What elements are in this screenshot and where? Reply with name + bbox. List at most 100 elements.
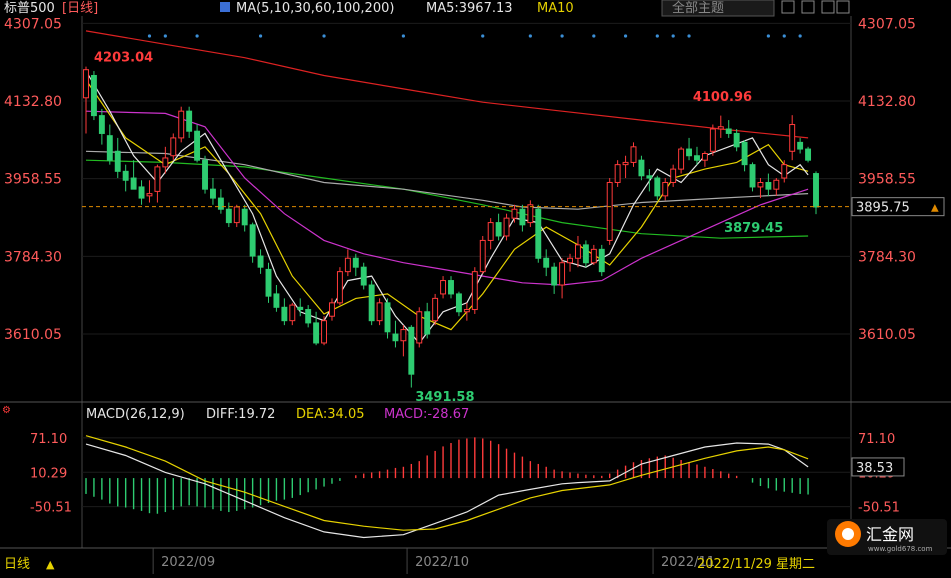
candle-body <box>209 188 216 199</box>
candle-body <box>559 262 566 286</box>
candle-body <box>646 175 653 179</box>
candle-body <box>344 257 351 273</box>
candle-body <box>725 128 732 134</box>
candle-body <box>352 257 359 268</box>
macd-marker-icon: ⚙ <box>2 405 11 416</box>
candle-body <box>408 326 415 375</box>
signal-dot <box>592 34 596 38</box>
candle-body <box>186 110 193 132</box>
candle-body <box>448 280 454 295</box>
candle-body <box>130 177 137 190</box>
candle-body <box>329 302 335 317</box>
candle-body <box>114 150 121 172</box>
candle-body <box>463 309 470 313</box>
period-label[interactable]: [日线] <box>62 1 98 16</box>
candle-body <box>138 186 145 199</box>
candle-body <box>233 206 240 224</box>
signal-dot <box>623 34 628 38</box>
caret-up-icon[interactable]: ▲ <box>46 558 55 571</box>
candle-body <box>638 159 645 177</box>
candle-body <box>654 177 661 197</box>
candle-body <box>567 257 573 264</box>
candle-body <box>305 309 312 324</box>
candle-body <box>590 248 597 264</box>
candle-body <box>455 293 462 313</box>
candle-body <box>98 115 105 134</box>
candle-body <box>273 293 280 308</box>
macd-y-tick-left: 71.10 <box>30 432 67 447</box>
y-tick-left: 4307.05 <box>4 16 62 32</box>
brand-logo-url: www.gold678.com <box>868 545 933 553</box>
y-tick-left: 3958.55 <box>4 172 62 188</box>
macd-title: MACD(26,12,9) <box>86 407 185 422</box>
candle-body <box>709 128 716 152</box>
candle-body <box>384 302 391 333</box>
candle-body <box>289 304 296 322</box>
y-tick-right: 3610.05 <box>858 327 916 343</box>
macd-panel: 71.1071.1010.2910.29-50.51-50.5138.53 <box>30 432 905 539</box>
candle-body <box>519 208 526 226</box>
candle-body <box>162 157 169 168</box>
candle-body <box>424 311 431 335</box>
candle-body <box>543 257 550 268</box>
candle-body <box>178 110 185 139</box>
candle-body <box>122 170 129 181</box>
candle-body <box>440 280 447 295</box>
candle-body <box>678 148 685 170</box>
candle-body <box>694 155 700 161</box>
candle-body <box>527 204 534 224</box>
series-ma200 <box>85 30 809 139</box>
candle-body <box>432 297 439 322</box>
ma-indicator-icon[interactable] <box>220 2 230 12</box>
y-tick-left: 4132.80 <box>4 94 62 110</box>
y-tick-right: 4307.05 <box>858 16 916 32</box>
candle-body <box>471 271 478 311</box>
y-tick-left: 3784.30 <box>4 249 62 265</box>
window-icon[interactable] <box>836 0 850 14</box>
series-ma10 <box>85 79 809 331</box>
candle-body <box>614 164 621 183</box>
candle-body <box>495 222 502 237</box>
candle-body <box>717 126 724 130</box>
x-tick: 2022/10 <box>415 555 469 570</box>
brand-logo-text: 汇金网 <box>866 525 914 544</box>
symbol-label: 标普500 <box>4 1 55 16</box>
candle-body <box>321 320 328 344</box>
signal-dot <box>655 34 659 38</box>
signal-dot <box>481 34 485 38</box>
current-price-label: 3895.75 <box>856 201 910 216</box>
signal-dot <box>766 34 770 38</box>
signal-dot <box>147 34 152 38</box>
signal-dot <box>671 34 675 38</box>
footer-period-label[interactable]: 日线 <box>4 557 30 572</box>
settings-icon[interactable] <box>821 0 835 14</box>
signal-dot <box>258 34 263 38</box>
candle-body <box>813 173 819 208</box>
macd-series-diff <box>85 442 809 539</box>
candle-body <box>765 181 772 190</box>
candle-body <box>249 224 256 257</box>
candle-body <box>503 217 510 237</box>
annotation-label: 3491.58 <box>415 390 474 405</box>
x-tick: 2022/09 <box>161 555 215 570</box>
candle-body <box>336 271 343 304</box>
candle-body <box>392 333 399 342</box>
signal-dot <box>782 34 786 38</box>
price-arrow-icon: ▲ <box>931 203 939 214</box>
signal-dot <box>798 34 802 38</box>
candle-body <box>281 306 288 322</box>
theme-button-label: 全部主题 <box>672 0 724 16</box>
candle-body <box>670 168 677 183</box>
macd-y-tick-right: 71.10 <box>858 432 895 447</box>
signal-dot <box>528 34 532 38</box>
candle-body <box>479 239 486 273</box>
layout-icon[interactable] <box>781 0 795 14</box>
chart-window: 标普500 [日线] MA(5,10,30,60,100,200) MA5:39… <box>0 0 951 574</box>
candle-body <box>574 244 581 259</box>
signal-dot <box>163 34 167 38</box>
grid-icon[interactable] <box>801 0 815 14</box>
candle-body <box>416 311 423 344</box>
candle-body <box>741 141 748 166</box>
macd-diff-value: DIFF:19.72 <box>206 407 275 422</box>
candle-body <box>511 208 518 219</box>
